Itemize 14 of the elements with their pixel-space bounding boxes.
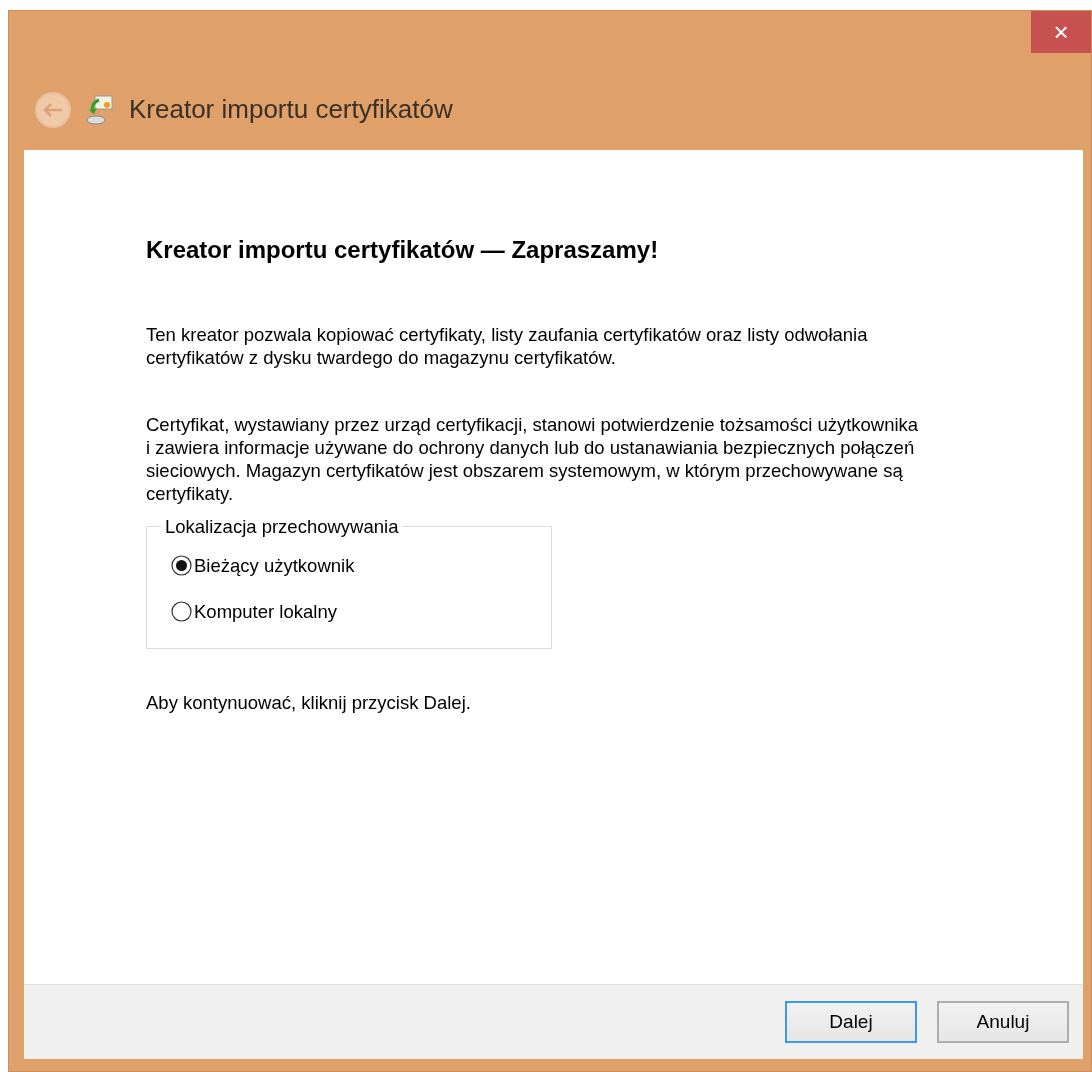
close-button[interactable]: × — [1031, 11, 1091, 53]
dialog-button[interactable]: Anuluj — [937, 1001, 1069, 1043]
certificate-import-icon — [85, 93, 115, 126]
continue-hint: Aby kontynuować, kliknij przycisk Dalej. — [146, 691, 472, 714]
radio-label[interactable]: Bieżący użytkownik — [194, 553, 355, 577]
back-arrow-icon — [42, 101, 64, 118]
radio-label[interactable]: Komputer lokalny — [194, 599, 337, 623]
wizard-heading: Kreator importu certyfikatów — Zapraszamy! — [146, 238, 660, 261]
description-paragraph: Ten kreator pozwala kopiować certyfikaty, listy zaufania certyfikatów oraz listy odwołania certyfikatów z dysku twardego do magazynu certyfikatów. — [146, 323, 869, 369]
window-title: Kreator importu certyfikatów — [129, 93, 453, 126]
description-paragraph: Certyfikat, wystawiany przez urząd certyfikacji, stanowi potwierdzenie tożsamości użytkownika i zawiera informacje używane do ochrony danych lub do ustanawiania bezpiecznych połączeń sieciowych. Magazyn certyfikatów jest obszarem systemowym, w którym przechowywane są certyfikaty. — [146, 413, 920, 505]
radio-button[interactable] — [171, 600, 192, 622]
radio-button[interactable] — [171, 554, 192, 576]
dialog-button[interactable]: Dalej — [785, 1001, 917, 1043]
